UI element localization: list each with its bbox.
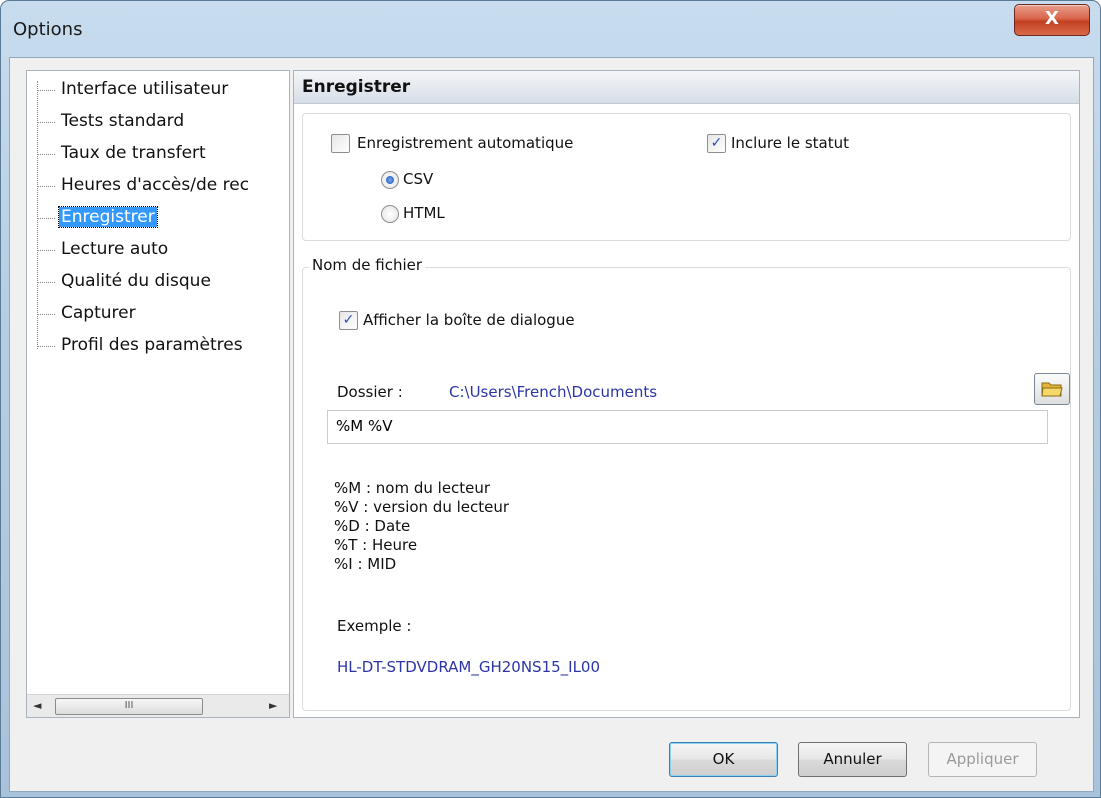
tree-item-label[interactable]: Capturer xyxy=(59,303,138,323)
tree-item-label[interactable]: Qualité du disque xyxy=(59,271,213,291)
tree-item[interactable]: Lecture auto xyxy=(27,235,289,267)
tree-branch-line xyxy=(37,250,55,251)
tree-branch-line xyxy=(37,314,55,315)
example-value: HL-DT-STDVDRAM_GH20NS15_IL00 xyxy=(337,658,601,676)
include-status-label[interactable]: Inclure le statut xyxy=(731,134,849,152)
format-radio-html[interactable] xyxy=(381,205,399,223)
cancel-button[interactable]: Annuler xyxy=(798,742,907,777)
tree-item[interactable]: Tests standard xyxy=(27,107,289,139)
tree-horizontal-scrollbar[interactable]: ◄ III ► xyxy=(27,694,289,717)
tree-list: Interface utilisateur Tests standard Taux … xyxy=(27,75,289,363)
tree-item[interactable]: Heures d'accès/de rec xyxy=(27,171,289,203)
filename-group-legend: Nom de fichier xyxy=(309,256,426,274)
format-label-csv[interactable]: CSV xyxy=(403,170,433,188)
tree-item-label[interactable]: Heures d'accès/de rec xyxy=(59,175,251,195)
folder-icon xyxy=(1041,382,1063,397)
apply-button[interactable]: Appliquer xyxy=(928,742,1037,777)
tree-item[interactable]: Taux de transfert xyxy=(27,139,289,171)
title-bar[interactable]: Options X xyxy=(1,1,1100,57)
close-button[interactable]: X xyxy=(1014,4,1090,36)
show-dialog-checkbox[interactable]: ✓ xyxy=(339,311,358,330)
tree-branch-line xyxy=(37,90,55,91)
options-dialog: Options X Interface utilisateur Tests sta… xyxy=(0,0,1101,798)
legend-line: %T : Heure xyxy=(334,536,418,554)
tree-item-label[interactable]: Tests standard xyxy=(59,111,186,131)
tree-item[interactable]: Profil des paramètres xyxy=(27,331,289,363)
filename-pattern-input[interactable] xyxy=(328,411,1036,441)
tree-branch-line xyxy=(37,122,55,123)
panel-header: Enregistrer xyxy=(294,71,1079,104)
tree-branch-line xyxy=(37,154,55,155)
tree-item-label[interactable]: Profil des paramètres xyxy=(59,335,245,355)
tree-item-label[interactable]: Enregistrer xyxy=(58,206,158,228)
legend-line: %I : MID xyxy=(334,555,397,573)
window-title: Options xyxy=(13,19,83,40)
tree-branch-line xyxy=(37,282,55,283)
scroll-thumb[interactable]: III xyxy=(55,698,203,715)
settings-panel: Enregistrer Enregistrement automatique ✓… xyxy=(293,70,1080,718)
tree-item[interactable]: Capturer xyxy=(27,299,289,331)
legend-line: %M : nom du lecteur xyxy=(334,479,491,497)
close-icon: X xyxy=(1045,8,1059,29)
auto-save-checkbox[interactable] xyxy=(331,134,350,153)
tree-item[interactable]: Interface utilisateur xyxy=(27,75,289,107)
legend-line: %D : Date xyxy=(334,517,411,535)
tree-item-label[interactable]: Interface utilisateur xyxy=(59,79,230,99)
tree-item-label[interactable]: Taux de transfert xyxy=(59,143,208,163)
folder-label: Dossier : xyxy=(337,383,403,401)
scroll-left-arrow-icon[interactable]: ◄ xyxy=(33,699,41,712)
filename-pattern-field[interactable] xyxy=(327,410,1048,444)
dialog-client: Interface utilisateur Tests standard Taux … xyxy=(9,57,1094,792)
browse-folder-button[interactable] xyxy=(1034,373,1070,405)
format-label-html[interactable]: HTML xyxy=(403,204,445,222)
scroll-right-arrow-icon[interactable]: ► xyxy=(269,699,277,712)
ok-button[interactable]: OK xyxy=(669,742,778,777)
tree-branch-line xyxy=(37,186,55,187)
tree-item-label[interactable]: Lecture auto xyxy=(59,239,170,259)
format-radio-csv[interactable] xyxy=(381,171,399,189)
auto-save-label[interactable]: Enregistrement automatique xyxy=(357,134,573,152)
tree-item[interactable]: Qualité du disque xyxy=(27,267,289,299)
legend-line: %V : version du lecteur xyxy=(334,498,510,516)
include-status-checkbox[interactable]: ✓ xyxy=(707,134,726,153)
tree-item[interactable]: Enregistrer xyxy=(27,203,289,235)
save-options-group: Enregistrement automatique ✓ Inclure le … xyxy=(302,113,1071,241)
panel-title: Enregistrer xyxy=(302,77,411,97)
tree-branch-line xyxy=(37,218,55,219)
folder-path: C:\Users\French\Documents xyxy=(449,383,658,401)
placeholder-legend: %M : nom du lecteur %V : version du lect… xyxy=(334,479,509,574)
show-dialog-label[interactable]: Afficher la boîte de dialogue xyxy=(363,311,575,329)
example-label: Exemple : xyxy=(337,617,412,635)
tree-branch-line xyxy=(37,346,55,347)
options-tree: Interface utilisateur Tests standard Taux … xyxy=(26,70,290,718)
radio-selected-dot xyxy=(386,176,394,184)
